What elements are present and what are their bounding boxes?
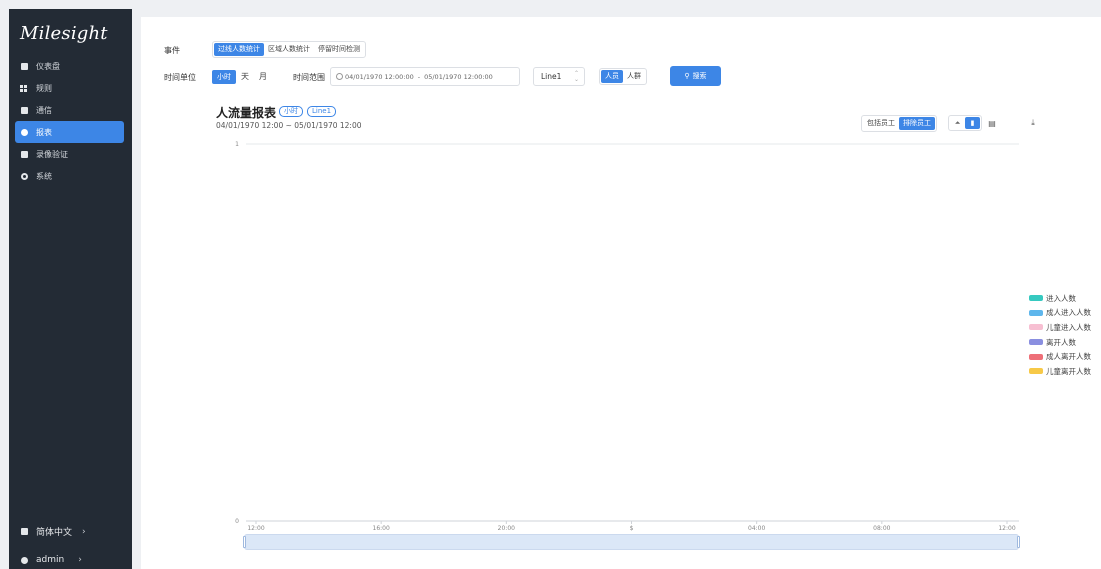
sidebar-item-video[interactable]: 录像验证 xyxy=(9,143,132,165)
x-tick-label: 04:00 xyxy=(748,525,765,532)
slider-handle-left[interactable] xyxy=(243,536,246,548)
slider-handle-right[interactable] xyxy=(1017,536,1020,548)
video-icon xyxy=(20,150,28,158)
x-tick-label: 20:00 xyxy=(498,525,515,532)
user-menu[interactable]: admin › xyxy=(9,555,132,565)
legend-item[interactable]: 离开人数 xyxy=(1029,335,1091,350)
chart-legend: 进入人数 成人进入人数 儿童进入人数 离开人数 成人离开人数 儿童离开人数 xyxy=(1029,291,1091,379)
sidebar-item-dashboard[interactable]: 仪表盘 xyxy=(9,55,132,77)
legend-label: 儿童离开人数 xyxy=(1046,366,1091,376)
report-icon xyxy=(20,128,28,136)
sidebar-nav: 仪表盘 规则 通信 报表 录像验证 系统 xyxy=(9,55,132,187)
legend-swatch xyxy=(1029,339,1043,346)
legend-label: 成人进入人数 xyxy=(1046,308,1091,318)
user-icon xyxy=(20,556,28,564)
legend-label: 儿童进入人数 xyxy=(1046,322,1091,332)
dashboard-icon xyxy=(20,62,28,70)
language-label: 简体中文 xyxy=(36,528,73,538)
language-icon xyxy=(20,528,28,536)
legend-swatch xyxy=(1029,324,1043,331)
legend-label: 离开人数 xyxy=(1046,337,1076,347)
logo: Milesight xyxy=(20,23,108,44)
legend-swatch xyxy=(1029,309,1043,316)
y-tick-label: 0 xyxy=(235,518,239,525)
chart: 1 0 12:00 16:00 20:00 $04:00 08:00 12:00 xyxy=(235,141,1019,532)
legend-swatch xyxy=(1029,295,1043,302)
y-tick-label: 1 xyxy=(235,141,239,148)
legend-item[interactable]: 进入人数 xyxy=(1029,291,1091,306)
x-tick-label: 12:00 xyxy=(247,525,264,532)
language-switch[interactable]: 简体中文 › xyxy=(9,525,132,538)
sidebar-item-rules[interactable]: 规则 xyxy=(9,77,132,99)
x-tick-label: 08:00 xyxy=(873,525,890,532)
range-slider[interactable] xyxy=(243,534,1020,550)
chevron-right-icon: › xyxy=(78,555,82,565)
main-panel: 事件 过线人数统计 区域人数统计 停留时间检测 时间单位 小时 天 月 时间范围… xyxy=(141,17,1101,569)
legend-item[interactable]: 儿童进入人数 xyxy=(1029,320,1091,335)
legend-item[interactable]: 成人离开人数 xyxy=(1029,349,1091,364)
x-tick-label: 12:00 xyxy=(998,525,1015,532)
sidebar-item-report[interactable]: 报表 xyxy=(15,121,124,143)
gear-icon xyxy=(20,172,28,180)
sidebar-item-label: 系统 xyxy=(36,171,52,181)
legend-label: 进入人数 xyxy=(1046,293,1076,303)
user-name: admin xyxy=(36,555,65,565)
sidebar-item-system[interactable]: 系统 xyxy=(9,165,132,187)
sidebar-item-label: 录像验证 xyxy=(36,149,68,159)
sidebar: Milesight 仪表盘 规则 通信 报表 录像验证 系统 简体中文 › ad… xyxy=(9,9,132,569)
x-tick-label: $ xyxy=(630,525,634,532)
legend-swatch xyxy=(1029,368,1043,375)
sidebar-item-label: 规则 xyxy=(36,83,52,93)
communication-icon xyxy=(20,106,28,114)
sidebar-item-communication[interactable]: 通信 xyxy=(9,99,132,121)
sidebar-item-label: 通信 xyxy=(36,105,52,115)
chevron-right-icon: › xyxy=(82,526,86,537)
sidebar-item-label: 仪表盘 xyxy=(36,61,60,71)
x-tick-label: 16:00 xyxy=(373,525,390,532)
legend-swatch xyxy=(1029,353,1043,360)
rules-icon xyxy=(20,84,28,92)
legend-label: 成人离开人数 xyxy=(1046,352,1091,362)
legend-item[interactable]: 儿童离开人数 xyxy=(1029,364,1091,379)
legend-item[interactable]: 成人进入人数 xyxy=(1029,306,1091,321)
sidebar-item-label: 报表 xyxy=(36,127,52,137)
